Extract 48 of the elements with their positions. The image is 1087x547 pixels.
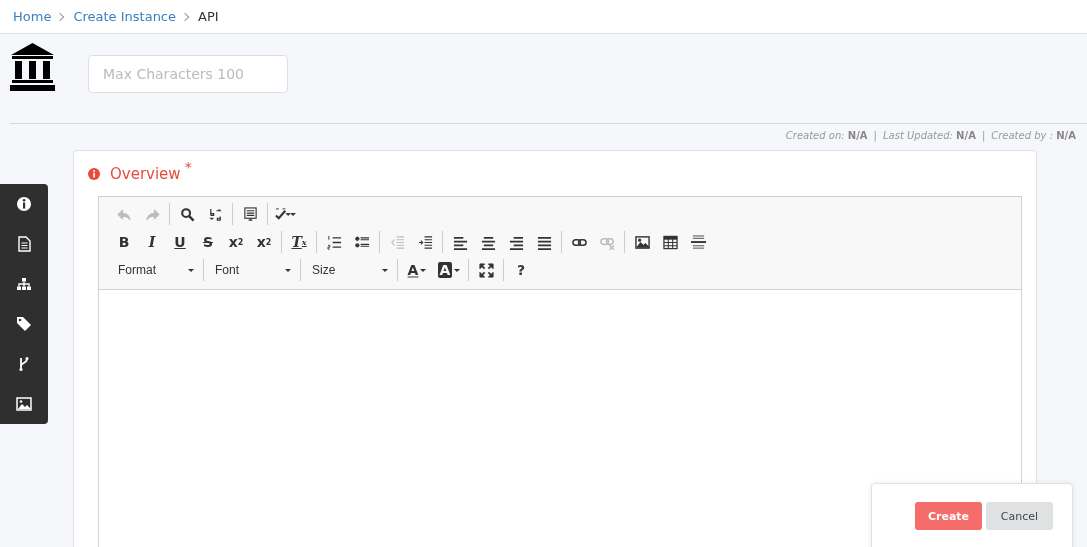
meta-info: Created on: N/A <box>785 130 868 143</box>
bgcolor-button[interactable]: A <box>435 259 463 281</box>
dropdown[interactable]: Format <box>112 259 198 281</box>
info-icon <box>88 168 100 180</box>
table-icon <box>662 234 678 250</box>
justify-icon <box>536 234 552 250</box>
image-icon <box>634 234 650 250</box>
required-mark: * <box>184 159 192 175</box>
spellcheck-icon <box>274 206 290 222</box>
info-icon[interactable] <box>16 196 32 212</box>
breadcrumb-item: API <box>198 9 219 24</box>
sitemap-icon[interactable] <box>16 276 32 292</box>
find-icon <box>179 206 195 222</box>
bank-building-icon <box>10 43 55 91</box>
section-title: Overview <box>110 165 181 183</box>
meta-info: Last Updated: N/A <box>882 130 976 143</box>
alignleft-icon <box>452 234 468 250</box>
textcolor-button[interactable]: A <box>403 259 431 281</box>
outdent-icon <box>389 234 405 250</box>
undo-icon <box>116 206 132 222</box>
help-button[interactable]: ? <box>509 259 533 281</box>
breadcrumb-item[interactable]: Home <box>13 9 52 24</box>
dropdown[interactable]: Font <box>209 259 295 281</box>
bullist-icon <box>354 234 370 250</box>
redo-icon <box>144 206 160 222</box>
alignright-icon <box>508 234 524 250</box>
underline-button[interactable]: U <box>168 231 192 253</box>
indent-icon <box>417 234 433 250</box>
italic-button[interactable]: I <box>140 231 164 253</box>
aligncenter-icon <box>480 234 496 250</box>
separator: | <box>981 130 986 144</box>
dropdown[interactable]: Size <box>306 259 392 281</box>
tag-icon[interactable] <box>16 316 32 332</box>
bold-button[interactable]: B <box>112 231 136 253</box>
hr-icon <box>690 234 706 250</box>
image-icon[interactable] <box>16 396 32 412</box>
breadcrumb-item[interactable]: Create Instance <box>73 9 176 24</box>
superscript-button[interactable]: x$^{2}$ <box>252 231 276 253</box>
blocks-icon <box>242 206 258 222</box>
replace-icon <box>207 206 223 222</box>
meta-info: Created by : N/A <box>991 130 1076 143</box>
strike-button[interactable]: S <box>196 231 220 253</box>
maximize-icon <box>478 262 494 278</box>
cancel-button[interactable]: Cancel <box>986 502 1053 530</box>
name-input-field[interactable]: Max Characters 100 <box>88 55 288 93</box>
separator: | <box>873 130 877 144</box>
document-icon[interactable] <box>16 236 32 252</box>
numlist-icon <box>326 234 342 250</box>
